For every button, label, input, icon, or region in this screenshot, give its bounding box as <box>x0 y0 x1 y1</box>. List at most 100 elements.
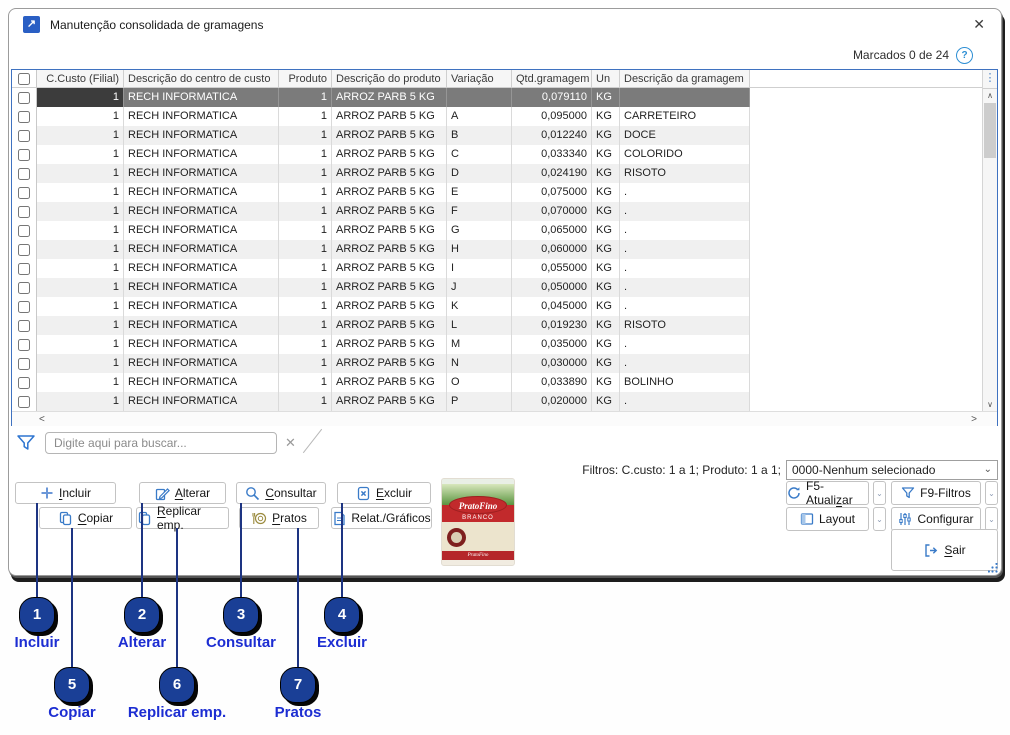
cell-variacao: G <box>447 221 512 240</box>
cell-desc_gram: RISOTO <box>620 164 750 183</box>
cell-centro: RECH INFORMATICA <box>124 392 279 411</box>
vertical-scroll-thumb[interactable] <box>984 103 996 158</box>
table-row[interactable]: 1 RECH INFORMATICA 1 ARROZ PARB 5 KG G 0,0650… <box>12 221 997 240</box>
table-row[interactable]: 1 RECH INFORMATICA 1 ARROZ PARB 5 KG D 0,0241… <box>12 164 997 183</box>
configurar-button[interactable]: Configurar <box>891 507 981 531</box>
row-checkbox[interactable] <box>18 110 30 123</box>
row-checkbox[interactable] <box>18 281 30 294</box>
row-filler <box>750 88 997 107</box>
cell-desc_produto: ARROZ PARB 5 KG <box>332 145 447 164</box>
vertical-scrollbar[interactable]: ⋮ ∧ ∨ <box>982 70 997 411</box>
row-select-cell <box>12 202 37 221</box>
sair-button[interactable]: Sair <box>891 529 998 571</box>
row-checkbox[interactable] <box>18 167 30 180</box>
relatorios-graficos-button[interactable]: Relat./Gráficos <box>331 507 432 529</box>
product-filter-dropdown[interactable]: 0000-Nenhum selecionado ⌄ <box>786 460 998 480</box>
table-row[interactable]: 1 RECH INFORMATICA 1 ARROZ PARB 5 KG P 0,0200… <box>12 392 997 411</box>
configurar-dropdown-button[interactable]: ⌄ <box>985 507 998 531</box>
cell-centro: RECH INFORMATICA <box>124 297 279 316</box>
pratos-button[interactable]: Pratos <box>239 507 319 529</box>
replicar-emp-button[interactable]: Replicar emp. <box>136 504 229 532</box>
column-header-un[interactable]: Un <box>592 70 620 88</box>
table-row[interactable]: 1 RECH INFORMATICA 1 ARROZ PARB 5 KG L 0,0192… <box>12 316 997 335</box>
copiar-button[interactable]: Copiar <box>39 507 132 529</box>
column-header-qtd[interactable]: Qtd.gramagem <box>512 70 592 88</box>
cell-produto: 1 <box>279 354 332 373</box>
search-input[interactable] <box>45 432 277 454</box>
column-header-variacao[interactable]: Variação <box>447 70 512 88</box>
window-title: Manutenção consolidada de gramagens <box>50 18 264 32</box>
table-row[interactable]: 1 RECH INFORMATICA 1 ARROZ PARB 5 KG M 0,0350… <box>12 335 997 354</box>
cell-qtd: 0,012240 <box>512 126 592 145</box>
cell-desc_produto: ARROZ PARB 5 KG <box>332 278 447 297</box>
scroll-up-icon[interactable]: ∧ <box>983 89 997 102</box>
cell-centro: RECH INFORMATICA <box>124 278 279 297</box>
cell-desc_gram: . <box>620 240 750 259</box>
cell-qtd: 0,035000 <box>512 335 592 354</box>
clear-search-icon[interactable]: ✕ <box>285 435 296 451</box>
f9-dropdown-button[interactable]: ⌄ <box>985 481 998 505</box>
alterar-button[interactable]: Alterar <box>139 482 226 504</box>
column-header-produto[interactable]: Produto <box>279 70 332 88</box>
row-checkbox[interactable] <box>18 376 30 389</box>
table-row[interactable]: 1 RECH INFORMATICA 1 ARROZ PARB 5 KG O 0,0338… <box>12 373 997 392</box>
help-icon[interactable]: ? <box>956 47 973 64</box>
row-checkbox[interactable] <box>18 300 30 313</box>
scroll-right-icon[interactable]: > <box>971 414 977 425</box>
bag-band: PratoFino BRANCO <box>442 496 514 522</box>
f9-filtros-button[interactable]: F9-Filtros <box>891 481 981 505</box>
f5-atualizar-button[interactable]: F5-Atualizar <box>786 479 869 507</box>
row-checkbox[interactable] <box>18 129 30 142</box>
table-row[interactable]: 1 RECH INFORMATICA 1 ARROZ PARB 5 KG C 0,0333… <box>12 145 997 164</box>
table-row[interactable]: 1 RECH INFORMATICA 1 ARROZ PARB 5 KG 0,07911… <box>12 88 997 107</box>
table-row[interactable]: 1 RECH INFORMATICA 1 ARROZ PARB 5 KG F 0,0700… <box>12 202 997 221</box>
table-row[interactable]: 1 RECH INFORMATICA 1 ARROZ PARB 5 KG A 0,0950… <box>12 107 997 126</box>
callout-label: Excluir <box>316 634 368 651</box>
layout-dropdown-button[interactable]: ⌄ <box>873 507 886 531</box>
cell-desc_produto: ARROZ PARB 5 KG <box>332 183 447 202</box>
column-header-ccusto[interactable]: C.Custo (Filial) <box>37 70 124 88</box>
row-checkbox[interactable] <box>18 395 30 408</box>
row-checkbox[interactable] <box>18 338 30 351</box>
select-all-checkbox[interactable] <box>18 72 30 85</box>
row-checkbox[interactable] <box>18 148 30 161</box>
row-checkbox[interactable] <box>18 243 30 256</box>
row-checkbox[interactable] <box>18 357 30 370</box>
close-icon[interactable]: ✕ <box>973 16 985 33</box>
arrow-up-right-icon: ↗ <box>26 18 37 30</box>
layout-button[interactable]: Layout <box>786 507 869 531</box>
cell-variacao: D <box>447 164 512 183</box>
column-header-centro[interactable]: Descrição do centro de custo <box>124 70 279 88</box>
table-row[interactable]: 1 RECH INFORMATICA 1 ARROZ PARB 5 KG J 0,0500… <box>12 278 997 297</box>
excluir-button[interactable]: Excluir <box>337 482 431 504</box>
row-checkbox[interactable] <box>18 205 30 218</box>
cell-qtd: 0,079110 <box>512 88 592 107</box>
row-checkbox[interactable] <box>18 186 30 199</box>
column-header-desc_produto[interactable]: Descrição do produto <box>332 70 447 88</box>
scroll-left-icon[interactable]: < <box>39 414 45 425</box>
consultar-button[interactable]: Consultar <box>236 482 326 504</box>
column-header-desc_gram[interactable]: Descrição da gramagem <box>620 70 750 88</box>
row-checkbox[interactable] <box>18 262 30 275</box>
callout-line <box>176 528 178 685</box>
cell-desc_produto: ARROZ PARB 5 KG <box>332 126 447 145</box>
horizontal-scrollbar[interactable]: < > <box>12 411 997 426</box>
scroll-down-icon[interactable]: ∨ <box>983 398 997 411</box>
f5-dropdown-button[interactable]: ⌄ <box>873 481 886 505</box>
resize-grip-icon[interactable] <box>988 563 998 573</box>
cell-variacao: F <box>447 202 512 221</box>
cell-centro: RECH INFORMATICA <box>124 316 279 335</box>
incluir-button[interactable]: Incluir <box>15 482 116 504</box>
table-row[interactable]: 1 RECH INFORMATICA 1 ARROZ PARB 5 KG I 0,0550… <box>12 259 997 278</box>
tab-divider <box>302 428 323 454</box>
row-checkbox[interactable] <box>18 319 30 332</box>
row-checkbox[interactable] <box>18 224 30 237</box>
table-row[interactable]: 1 RECH INFORMATICA 1 ARROZ PARB 5 KG B 0,0122… <box>12 126 997 145</box>
table-row[interactable]: 1 RECH INFORMATICA 1 ARROZ PARB 5 KG H 0,0600… <box>12 240 997 259</box>
cell-variacao: M <box>447 335 512 354</box>
column-options-icon[interactable]: ⋮ <box>983 70 997 89</box>
table-row[interactable]: 1 RECH INFORMATICA 1 ARROZ PARB 5 KG E 0,0750… <box>12 183 997 202</box>
table-row[interactable]: 1 RECH INFORMATICA 1 ARROZ PARB 5 KG K 0,0450… <box>12 297 997 316</box>
row-checkbox[interactable] <box>18 91 30 104</box>
table-row[interactable]: 1 RECH INFORMATICA 1 ARROZ PARB 5 KG N 0,0300… <box>12 354 997 373</box>
